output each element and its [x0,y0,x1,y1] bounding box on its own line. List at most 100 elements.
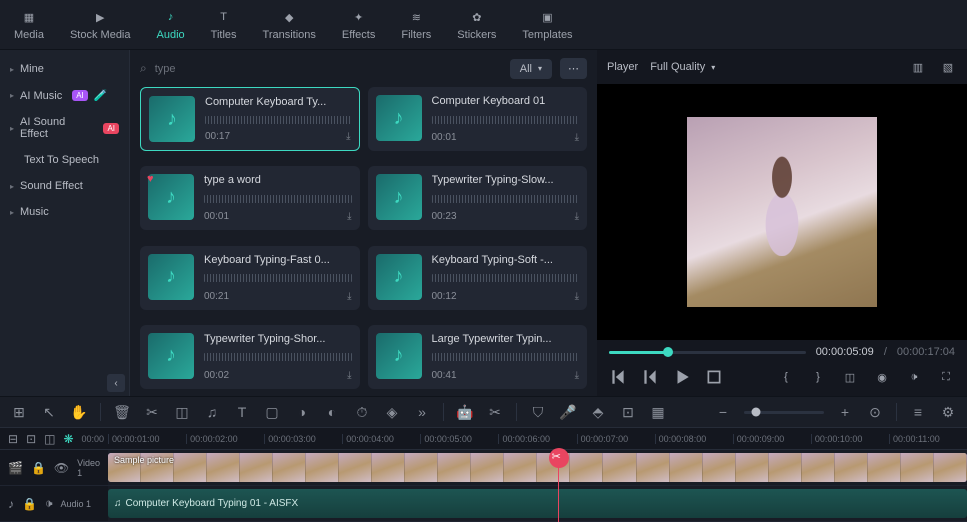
snapshot-icon[interactable]: ▧ [939,58,957,76]
delete-icon[interactable]: 🗑 [113,403,131,421]
visibility-icon[interactable]: 👁 [54,461,69,475]
play-button[interactable] [673,368,691,386]
prev-frame-button[interactable] [609,368,627,386]
ruler-icon-2[interactable]: ⊡ [26,432,36,446]
zoom-in-icon[interactable]: + [836,403,854,421]
download-icon[interactable]: ⤓ [575,370,579,381]
mute-icon[interactable]: 🕩 [45,496,53,511]
sidebar-item-mine[interactable]: ▸Mine [0,56,129,82]
mark-in-button[interactable]: { [777,368,795,386]
magnet-icon[interactable]: ❋ [63,432,73,446]
music-icon[interactable]: ♫ [203,403,221,421]
cut-icon[interactable]: ✂ [143,403,161,421]
video-clip[interactable]: Sample picture [108,453,967,482]
zoom-slider[interactable] [744,411,824,414]
pointer-tool-icon[interactable]: ↖ [40,403,58,421]
volume-icon[interactable]: 🕩 [905,368,923,386]
audio-card[interactable]: ♪Keyboard Typing-Fast 0...00:21⤓ [140,246,360,310]
download-icon[interactable]: ⤓ [346,131,350,142]
sidebar-item-text-to-speech[interactable]: Text To Speech [0,147,129,173]
download-icon[interactable]: ⤓ [575,132,579,143]
sidebar-item-music[interactable]: ▸Music [0,199,129,225]
audio-card[interactable]: ♪Large Typewriter Typin...00:41⤓ [368,325,588,389]
crop-tool-icon[interactable]: ◫ [173,403,191,421]
marker-cut-icon[interactable]: ✂ [486,403,504,421]
lock-icon[interactable]: 🔒 [31,461,46,475]
group-icon[interactable]: ⊡ [619,403,637,421]
adjust-icon[interactable]: ◑ [293,403,311,421]
nav-audio[interactable]: ♪Audio [157,8,185,41]
download-icon[interactable]: ⤓ [575,291,579,302]
quality-dropdown[interactable]: Full Quality ▾ [650,61,715,73]
shield-icon[interactable]: ⛉ [529,403,547,421]
video-track-body[interactable]: Sample picture [108,450,967,485]
nav-transitions[interactable]: ◆Transitions [263,8,316,41]
mark-out-button[interactable]: } [809,368,827,386]
sidebar-item-ai-sound-effect[interactable]: ▸AI Sound EffectAI [0,109,129,147]
audio-card[interactable]: ♪Typewriter Typing-Shor...00:02⤓ [140,325,360,389]
layers-icon[interactable]: ▦ [649,403,667,421]
text-tool-icon[interactable]: T [233,403,251,421]
ruler-tick: 00:00:01:00 [108,434,186,444]
download-icon[interactable]: ⤓ [347,370,351,381]
timeline-ruler[interactable]: ⊟ ⊡ ◫ ❋ 00:00 00:00:01:0000:00:02:0000:0… [0,428,967,450]
scrub-bar[interactable] [609,351,806,354]
nav-titles[interactable]: TTitles [211,8,237,41]
audio-card[interactable]: ♪Computer Keyboard Ty...00:17⤓ [140,87,360,151]
selection-tool-icon[interactable]: ⊞ [10,403,28,421]
zoom-out-icon[interactable]: − [714,403,732,421]
mic-icon[interactable]: 🎤 [559,403,577,421]
waveform [432,116,580,124]
more-tools-icon[interactable]: » [413,403,431,421]
shape-tool-icon[interactable]: ▢ [263,403,281,421]
waveform [205,116,351,124]
nav-media[interactable]: ▦Media [14,8,44,41]
video-track-icon[interactable]: 🎬 [8,461,23,475]
list-view-icon[interactable]: ≡ [909,403,927,421]
compare-icon[interactable]: ▥ [909,58,927,76]
search-input[interactable]: type [155,63,502,75]
ai-assistant-icon[interactable]: 🤖 [456,403,474,421]
color-icon[interactable]: ◐ [323,403,341,421]
sidebar-collapse-button[interactable]: ‹ [107,374,125,392]
camera-icon[interactable]: ◉ [873,368,891,386]
stop-button[interactable] [705,368,723,386]
step-back-button[interactable] [641,368,659,386]
audio-card[interactable]: ♪Typewriter Typing-Slow...00:23⤓ [368,166,588,230]
hand-tool-icon[interactable]: ✋ [70,403,88,421]
zoom-fit-icon[interactable]: ⊙ [866,403,884,421]
lock-icon[interactable]: 🔒 [22,497,37,511]
clip-music-icon: ♫ [114,498,122,509]
link-icon[interactable]: ⬘ [589,403,607,421]
download-icon[interactable]: ⤓ [575,211,579,222]
audio-thumbnail: ♥♪ [148,174,194,220]
audio-track-body[interactable]: ♫ Computer Keyboard Typing 01 - AISFX [108,486,967,521]
ruler-tick: 00:00:08:00 [655,434,733,444]
filter-dropdown[interactable]: All ▾ [510,59,552,79]
fullscreen-icon[interactable]: ⛶ [937,368,955,386]
nav-effects[interactable]: ✦Effects [342,8,375,41]
ruler-icon-1[interactable]: ⊟ [8,432,18,446]
nav-stickers[interactable]: ✿Stickers [457,8,496,41]
audio-clip[interactable]: ♫ Computer Keyboard Typing 01 - AISFX [108,489,967,518]
audio-card[interactable]: ♥♪type a word00:01⤓ [140,166,360,230]
sidebar-item-ai-music[interactable]: ▸AI MusicAI🧪 [0,82,129,109]
nav-stock[interactable]: ▶Stock Media [70,8,131,41]
titles-icon: T [215,8,233,26]
ruler-icon-3[interactable]: ◫ [44,432,55,446]
download-icon[interactable]: ⤓ [347,291,351,302]
player-tab[interactable]: Player [607,61,638,73]
audio-track-icon[interactable]: ♪ [8,497,14,511]
nav-filters[interactable]: ≋Filters [401,8,431,41]
audio-card[interactable]: ♪Computer Keyboard 0100:01⤓ [368,87,588,151]
nav-templates[interactable]: ▣Templates [522,8,572,41]
speed-icon[interactable]: ⏱ [353,403,371,421]
video-preview[interactable] [597,84,967,340]
audio-card[interactable]: ♪Keyboard Typing-Soft -...00:12⤓ [368,246,588,310]
download-icon[interactable]: ⤓ [347,211,351,222]
sidebar-item-sound-effect[interactable]: ▸Sound Effect [0,173,129,199]
more-button[interactable]: ⋯ [560,58,587,79]
settings-icon[interactable]: ⚙ [939,403,957,421]
crop-icon[interactable]: ◫ [841,368,859,386]
tag-icon[interactable]: ◈ [383,403,401,421]
